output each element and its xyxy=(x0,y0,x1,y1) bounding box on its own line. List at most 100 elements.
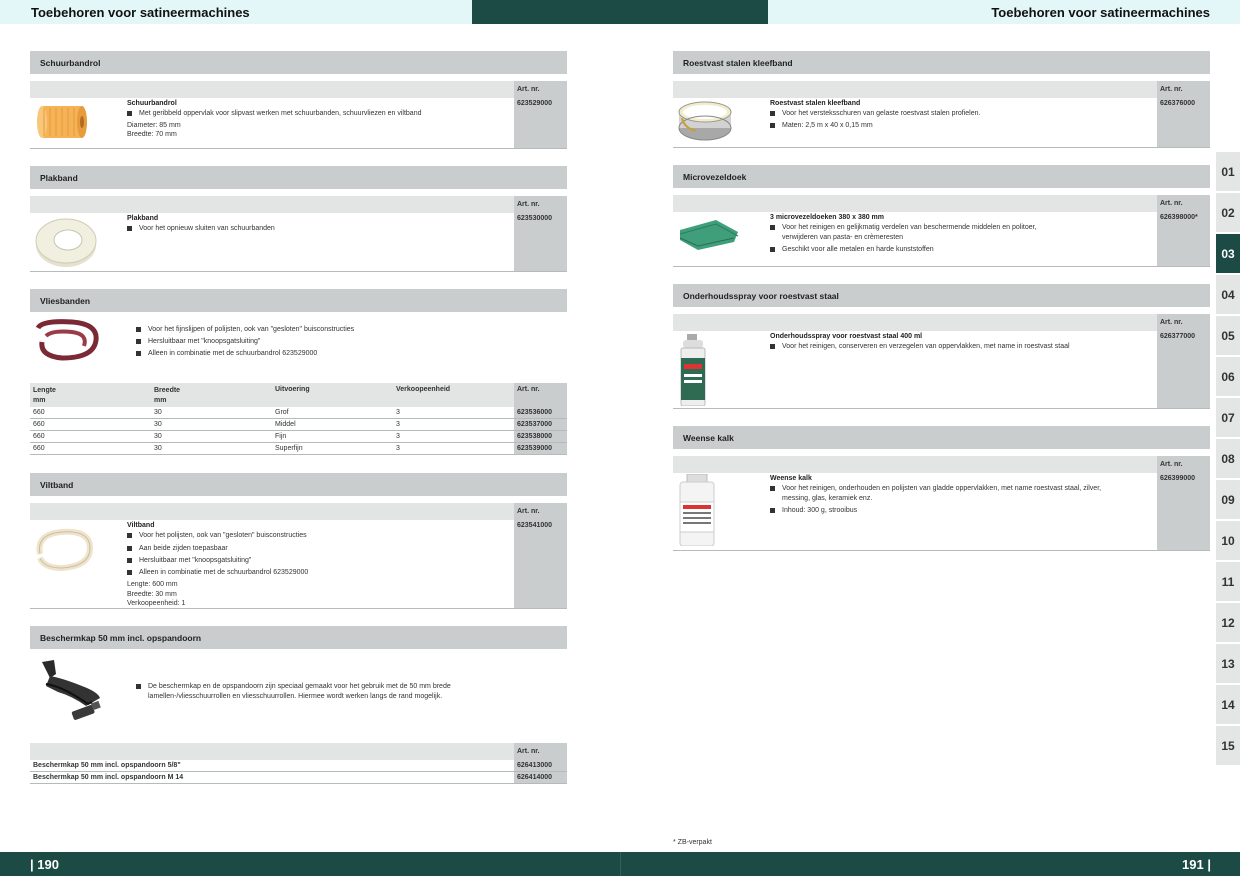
col-breedte: Breedte mm xyxy=(154,387,181,404)
table-cell: 3 xyxy=(396,409,400,416)
art-number: 623530000 xyxy=(517,215,553,222)
tab-chapter-07[interactable]: 07 xyxy=(1216,398,1240,438)
art-label: Art. nr. xyxy=(1160,319,1183,326)
divider xyxy=(30,271,567,272)
art-number: 623539000 xyxy=(517,445,553,452)
product-title: Onderhoudsspray voor roestvast staal 400… xyxy=(770,333,923,340)
tab-chapter-04[interactable]: 04 xyxy=(1216,275,1240,315)
row-divider xyxy=(30,430,567,431)
art-number: 626398000* xyxy=(1160,214,1198,221)
art-number: 626376000 xyxy=(1160,100,1196,107)
tab-chapter-15[interactable]: 15 xyxy=(1216,726,1240,766)
section-schuurbandrol: Schuurbandrol xyxy=(30,51,567,74)
bullet: Voor het polijsten, ook van "gesloten" b… xyxy=(127,531,507,541)
table-cell: 3 xyxy=(396,421,400,428)
art-column xyxy=(1157,456,1210,550)
left-page-number: | 190 xyxy=(30,857,59,872)
art-number: 626399000 xyxy=(1160,475,1196,482)
table-cell: 3 xyxy=(396,433,400,440)
tab-chapter-11[interactable]: 11 xyxy=(1216,562,1240,602)
col-uitvoering: Uitvoering xyxy=(275,386,310,393)
table-cell: Superfijn xyxy=(275,445,303,452)
art-label: Art. nr. xyxy=(517,201,540,208)
bullet: Maten: 2,5 m x 40 x 0,15 mm xyxy=(770,121,1150,131)
table-header xyxy=(30,81,514,98)
table-cell: 30 xyxy=(154,445,162,452)
art-number: 623538000 xyxy=(517,433,553,440)
right-page-number: 191 | xyxy=(1182,857,1211,872)
bullet: Voor het reinigen, conserveren en verzeg… xyxy=(770,342,1150,352)
footnote: * ZB-verpakt xyxy=(673,839,712,846)
tab-chapter-01[interactable]: 01 xyxy=(1216,152,1240,192)
col-verkoopeenheid: Verkoopeenheid xyxy=(396,386,451,393)
product-title: Roestvast stalen kleefband xyxy=(770,100,861,107)
section-beschermkap: Beschermkap 50 mm incl. opspandoorn xyxy=(30,626,567,649)
art-column xyxy=(1157,314,1210,408)
section-kleefband: Roestvast stalen kleefband xyxy=(673,51,1210,74)
bullet: Hersluitbaar met "knoopsgatsluiting" xyxy=(136,337,506,347)
viltband-image xyxy=(32,524,96,579)
tab-chapter-06[interactable]: 06 xyxy=(1216,357,1240,397)
product-title: Schuurbandrol xyxy=(127,100,177,107)
art-label: Art. nr. xyxy=(1160,86,1183,93)
spec: Breedte: 70 mm xyxy=(127,131,177,138)
table-cell: 3 xyxy=(396,445,400,452)
table-cell: 660 xyxy=(33,445,45,452)
kalk-image xyxy=(677,473,717,551)
beschermkap-image xyxy=(32,656,108,733)
tab-chapter-05[interactable]: 05 xyxy=(1216,316,1240,356)
table-header xyxy=(30,503,514,520)
table-cell: Grof xyxy=(275,409,289,416)
schuurbandrol-image xyxy=(32,100,92,149)
row-divider xyxy=(30,418,567,419)
tab-chapter-08[interactable]: 08 xyxy=(1216,439,1240,479)
tab-chapter-14[interactable]: 14 xyxy=(1216,685,1240,725)
bullet: Voor het opnieuw sluiten van schuurbande… xyxy=(127,224,507,234)
left-header-title: Toebehoren voor satineermachines xyxy=(31,5,250,20)
table-cell: 660 xyxy=(33,433,45,440)
art-label: Art. nr. xyxy=(1160,461,1183,468)
microvezeldoek-image xyxy=(676,214,740,259)
bullet: Voor het fijnslijpen of polijsten, ook v… xyxy=(136,325,506,335)
bullet: Voor het reinigen, onderhouden en polijs… xyxy=(770,484,1120,504)
section-viltband: Viltband xyxy=(30,473,567,496)
art-number: 626377000 xyxy=(1160,333,1196,340)
table-header xyxy=(673,314,1157,331)
bullet: Alleen in combinatie met de schuurbandro… xyxy=(136,349,506,359)
bullet: Geschikt voor alle metalen en harde kuns… xyxy=(770,245,1150,255)
table-cell: Fijn xyxy=(275,433,287,440)
col-lengte: Lengte mm xyxy=(33,387,56,404)
divider xyxy=(673,550,1210,551)
divider xyxy=(30,148,567,149)
art-number: 623536000 xyxy=(517,409,553,416)
tab-chapter-10[interactable]: 10 xyxy=(1216,521,1240,561)
table-cell: 30 xyxy=(154,409,162,416)
art-label: Art. nr. xyxy=(517,508,540,515)
kleefband-image xyxy=(676,98,734,149)
table-header xyxy=(30,196,514,213)
art-number: 626413000 xyxy=(517,762,553,769)
top-bar-accent xyxy=(472,0,768,24)
bullet: Met geribbeld oppervlak voor slipvast we… xyxy=(127,109,507,119)
bullet: Inhoud: 300 g, strooibus xyxy=(770,506,1150,516)
art-number: 626414000 xyxy=(517,774,553,781)
art-label: Art. nr. xyxy=(517,386,540,393)
section-microvezeldoek: Microvezeldoek xyxy=(673,165,1210,188)
row-divider xyxy=(30,783,567,784)
tab-chapter-02[interactable]: 02 xyxy=(1216,193,1240,233)
table-cell: 660 xyxy=(33,421,45,428)
bullet: Aan beide zijden toepasbaar xyxy=(127,544,507,554)
table-cell: Middel xyxy=(275,421,296,428)
tab-chapter-12[interactable]: 12 xyxy=(1216,603,1240,643)
art-number: 623537000 xyxy=(517,421,553,428)
art-column xyxy=(514,503,567,608)
spray-image xyxy=(678,334,708,411)
tab-chapter-09[interactable]: 09 xyxy=(1216,480,1240,520)
table-header xyxy=(673,195,1157,212)
art-number: 623529000 xyxy=(517,100,553,107)
tab-chapter-13[interactable]: 13 xyxy=(1216,644,1240,684)
vliesbanden-image xyxy=(32,318,102,369)
section-kalk: Weense kalk xyxy=(673,426,1210,449)
table-header xyxy=(673,81,1157,98)
tab-chapter-03[interactable]: 03 xyxy=(1216,234,1240,274)
